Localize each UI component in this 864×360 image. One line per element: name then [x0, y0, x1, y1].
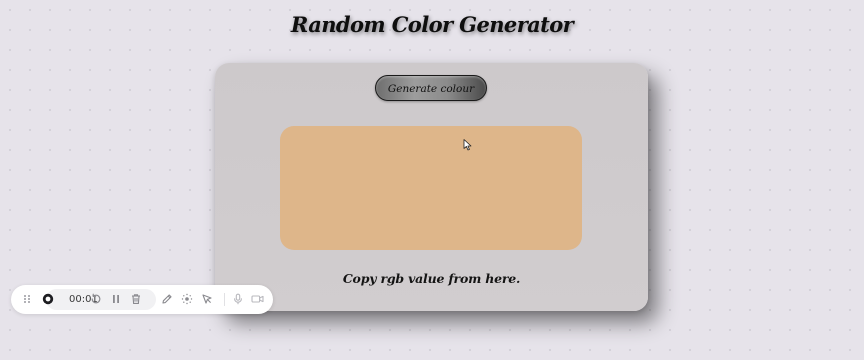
camera-icon[interactable]: [250, 292, 264, 306]
mouse-cursor-icon: [463, 139, 472, 151]
recording-toolbar: 00:01: [11, 285, 273, 314]
focus-icon[interactable]: [180, 292, 194, 306]
copy-rgb-text[interactable]: Copy rgb value from here.: [215, 271, 648, 286]
generator-card: Generate colour Copy rgb value from here…: [215, 63, 648, 311]
drag-handle-icon[interactable]: [20, 292, 34, 306]
color-swatch: [280, 126, 582, 250]
pen-icon[interactable]: [160, 292, 174, 306]
pause-icon[interactable]: [109, 292, 123, 306]
microphone-icon[interactable]: [231, 292, 245, 306]
restart-icon[interactable]: [89, 292, 103, 306]
trash-icon[interactable]: [129, 292, 143, 306]
generate-colour-button[interactable]: Generate colour: [375, 75, 487, 101]
pointer-icon[interactable]: [200, 292, 214, 306]
toolbar-divider: [224, 293, 225, 306]
page-title: Random Color Generator: [290, 12, 574, 37]
record-icon[interactable]: [41, 292, 55, 306]
